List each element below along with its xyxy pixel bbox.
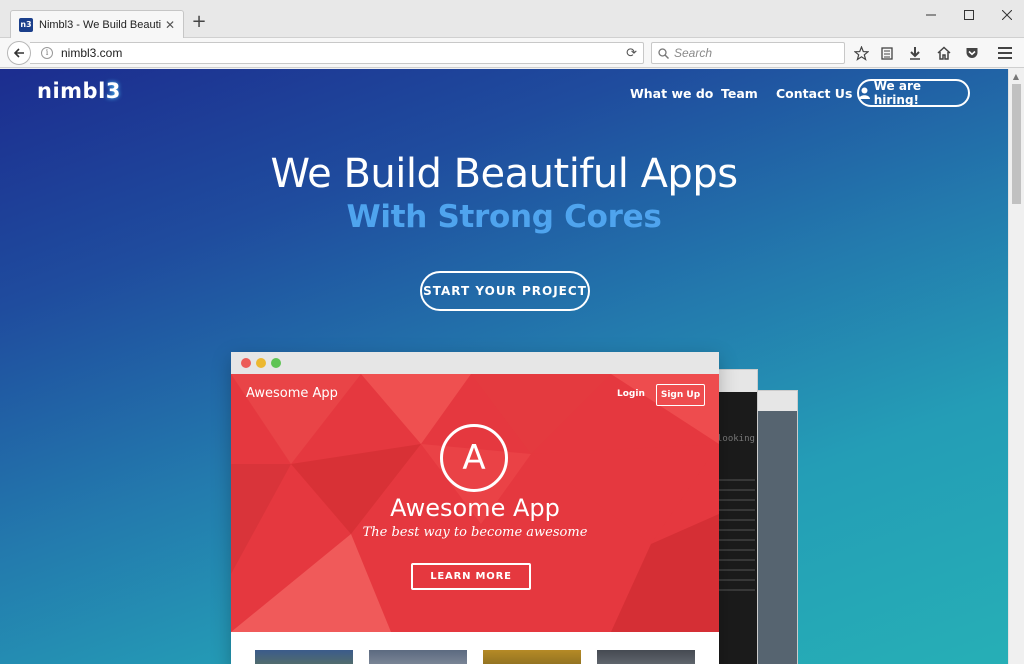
back-button[interactable] xyxy=(7,41,31,65)
reload-icon[interactable]: ⟳ xyxy=(626,46,637,61)
mockup-logo-icon: A xyxy=(440,424,508,492)
url-bar[interactable]: i nimbl3.com ⟳ xyxy=(30,42,644,64)
logo-suffix: 3 xyxy=(105,79,121,103)
mockup-learn-more-button: LEARN MORE xyxy=(411,563,531,590)
mockup-titlebar xyxy=(231,352,719,374)
url-text[interactable]: nimbl3.com xyxy=(61,46,122,60)
mockup-thumbnail xyxy=(255,650,353,664)
nav-what-we-do[interactable]: What we do xyxy=(630,86,713,101)
site-logo[interactable]: nimbl3 xyxy=(37,79,121,103)
browser-window: n3 Nimbl3 - We Build Beautif... ✕ + i ni… xyxy=(0,0,1024,664)
tab-title: Nimbl3 - We Build Beautif... xyxy=(39,18,161,31)
reading-list-icon[interactable] xyxy=(879,45,895,61)
search-input[interactable]: Search xyxy=(651,42,845,64)
logo-text: nimbl xyxy=(37,79,106,103)
browser-tab[interactable]: n3 Nimbl3 - We Build Beautif... ✕ xyxy=(10,10,184,38)
download-icon[interactable] xyxy=(907,45,923,61)
user-icon xyxy=(859,87,870,99)
nav-toolbar: i nimbl3.com ⟳ Search xyxy=(0,38,1024,68)
menu-icon[interactable] xyxy=(997,45,1013,61)
mockup-terminal: looking xyxy=(714,369,758,664)
close-tab-icon[interactable]: ✕ xyxy=(165,18,175,32)
mockup-hero: Awesome App Login Sign Up A Awesome App … xyxy=(231,374,719,632)
back-arrow-icon xyxy=(13,48,24,58)
mockup-login-link: Login xyxy=(617,389,645,399)
mockup-app-name: Awesome App xyxy=(390,494,560,522)
mockup-signup-button: Sign Up xyxy=(656,384,705,406)
title-bar: n3 Nimbl3 - We Build Beautif... ✕ + xyxy=(0,0,1024,38)
home-icon[interactable] xyxy=(936,45,952,61)
mockup-thumbnail xyxy=(369,650,467,664)
bookmark-star-icon[interactable] xyxy=(853,45,869,61)
mockup-app-window: Awesome App Login Sign Up A Awesome App … xyxy=(231,352,719,664)
mockup-thumbnail xyxy=(483,650,581,664)
search-placeholder: Search xyxy=(674,46,713,60)
new-tab-icon[interactable]: + xyxy=(190,13,208,31)
hero-title: We Build Beautiful Apps xyxy=(270,151,738,197)
scrollbar-thumb[interactable] xyxy=(1012,84,1021,204)
maximize-dot-icon xyxy=(271,358,281,368)
page-viewport: nimbl3 What we do Team Contact Us We are… xyxy=(0,69,1008,664)
hero-subtitle: With Strong Cores xyxy=(346,199,662,235)
search-icon xyxy=(658,47,669,59)
hiring-label: We are hiring! xyxy=(873,79,921,107)
terminal-ascii-art xyxy=(719,479,755,591)
mockup-brand: Awesome App xyxy=(246,386,338,401)
scroll-up-icon[interactable]: ▲ xyxy=(1011,72,1021,81)
terminal-text: looking xyxy=(717,434,755,444)
hiring-button[interactable]: We are hiring! xyxy=(857,79,970,107)
mockup-thumbnail xyxy=(597,650,695,664)
pocket-icon[interactable] xyxy=(964,45,980,61)
mockup-tagline: The best way to become awesome xyxy=(362,525,588,540)
window-close-icon[interactable] xyxy=(984,0,1024,30)
site-favicon: n3 xyxy=(19,17,33,32)
nav-team[interactable]: Team xyxy=(721,86,758,101)
start-project-button[interactable]: START YOUR PROJECT xyxy=(420,271,590,311)
nav-contact-us[interactable]: Contact Us xyxy=(776,86,852,101)
site-info-icon[interactable]: i xyxy=(41,47,53,59)
minimize-dot-icon xyxy=(256,358,266,368)
close-dot-icon xyxy=(241,358,251,368)
terminal-titlebar xyxy=(715,370,757,392)
